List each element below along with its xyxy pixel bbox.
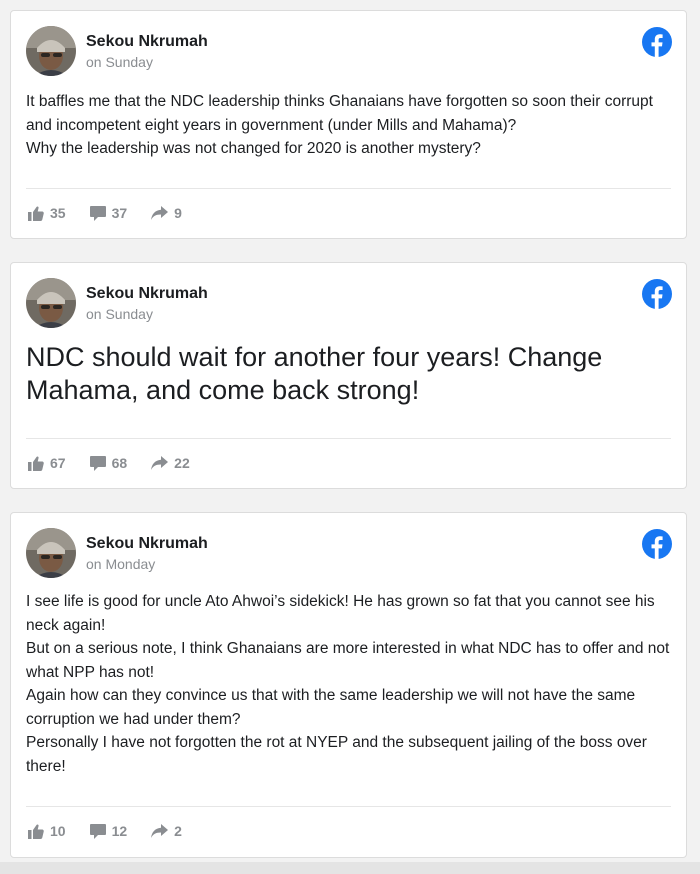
avatar[interactable] [26, 278, 76, 328]
post-paragraph: Again how can they convince us that with… [26, 687, 636, 728]
facebook-icon[interactable] [642, 27, 672, 57]
post-card: Sekou Nkrumah on Sunday It baffles me th… [10, 10, 687, 239]
like-count[interactable]: 10 [28, 823, 66, 839]
post-card: Sekou Nkrumah on Sunday NDC should wait … [10, 262, 687, 489]
like-count[interactable]: 35 [28, 205, 66, 221]
post-time[interactable]: on Sunday [86, 306, 153, 322]
comment-icon [89, 205, 106, 221]
author-name[interactable]: Sekou Nkrumah [86, 535, 208, 553]
author-name[interactable]: Sekou Nkrumah [86, 285, 208, 303]
post-card: Sekou Nkrumah on Monday I see life is go… [10, 512, 687, 858]
post-paragraph: NDC should wait for another four years! … [26, 342, 603, 405]
like-count-value: 67 [50, 455, 66, 471]
author-name[interactable]: Sekou Nkrumah [86, 33, 208, 51]
like-count-value: 10 [50, 823, 66, 839]
post-time[interactable]: on Sunday [86, 54, 153, 70]
post-paragraph: I see life is good for uncle Ato Ahwoi’s… [26, 593, 655, 634]
bottom-bar [0, 862, 700, 874]
share-arrow-icon [151, 206, 169, 220]
post-paragraph: Why the leadership was not changed for 2… [26, 140, 481, 157]
share-count-value: 2 [174, 823, 182, 839]
engagement-stats: 35 37 9 [28, 205, 206, 221]
like-count-value: 35 [50, 205, 66, 221]
share-count[interactable]: 22 [151, 455, 190, 471]
facebook-icon[interactable] [642, 529, 672, 559]
post-text: NDC should wait for another four years! … [26, 341, 671, 407]
share-arrow-icon [151, 824, 169, 838]
share-count-value: 9 [174, 205, 182, 221]
comment-count[interactable]: 68 [89, 455, 128, 471]
like-count[interactable]: 67 [28, 455, 66, 471]
thumbs-up-icon [28, 456, 44, 471]
post-paragraph: Personally I have not forgotten the rot … [26, 734, 647, 775]
share-count[interactable]: 2 [151, 823, 182, 839]
comment-count[interactable]: 37 [89, 205, 128, 221]
divider [26, 438, 671, 439]
comment-icon [89, 455, 106, 471]
engagement-stats: 10 12 2 [28, 823, 206, 839]
share-arrow-icon [151, 456, 169, 470]
post-paragraph: But on a serious note, I think Ghanaians… [26, 640, 670, 681]
thumbs-up-icon [28, 206, 44, 221]
share-count[interactable]: 9 [151, 205, 182, 221]
facebook-icon[interactable] [642, 279, 672, 309]
divider [26, 806, 671, 807]
post-paragraph: It baffles me that the NDC leadership th… [26, 93, 653, 134]
post-time[interactable]: on Monday [86, 556, 155, 572]
divider [26, 188, 671, 189]
avatar[interactable] [26, 528, 76, 578]
comment-count-value: 68 [111, 455, 128, 471]
comment-count[interactable]: 12 [89, 823, 128, 839]
avatar[interactable] [26, 26, 76, 76]
post-text: I see life is good for uncle Ato Ahwoi’s… [26, 590, 671, 778]
post-text: It baffles me that the NDC leadership th… [26, 90, 671, 161]
comment-count-value: 12 [111, 823, 128, 839]
thumbs-up-icon [28, 824, 44, 839]
comment-count-value: 37 [111, 205, 128, 221]
share-count-value: 22 [174, 455, 190, 471]
engagement-stats: 67 68 22 [28, 455, 214, 471]
comment-icon [89, 823, 106, 839]
